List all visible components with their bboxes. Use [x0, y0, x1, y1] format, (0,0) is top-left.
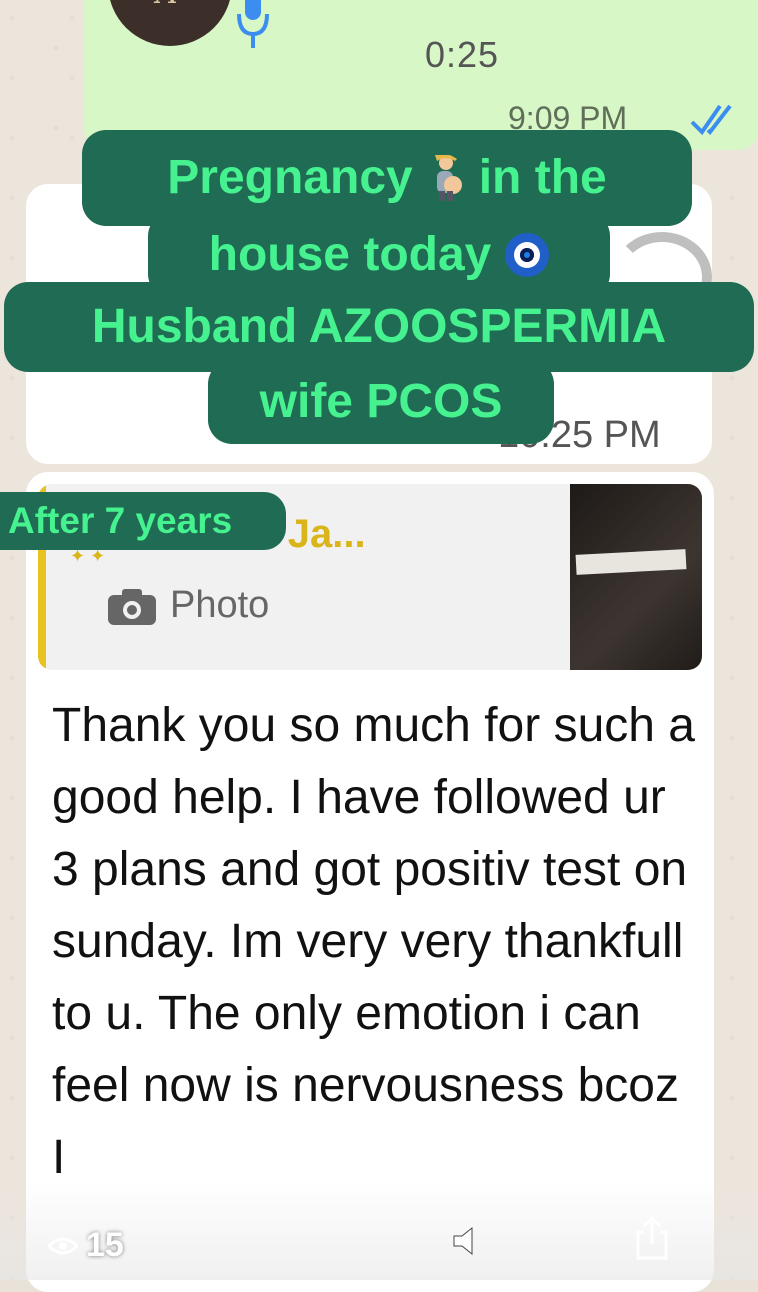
camera-icon	[108, 588, 156, 625]
nazar-amulet-emoji	[505, 233, 550, 277]
reply-media-label: Photo	[108, 584, 269, 627]
overlay-line-2-text: house today	[208, 228, 492, 281]
overlay-line-1-b: in the	[478, 151, 607, 204]
voice-duration: 0:25	[425, 34, 500, 75]
overlay-line-3: Husband AZOOSPERMIA	[4, 282, 754, 372]
view-count[interactable]: 15	[48, 1226, 124, 1265]
microphone-icon	[237, 0, 269, 48]
overlay-line-3-text: Husband AZOOSPERMIA	[91, 300, 667, 353]
pregnant-person-emoji	[434, 155, 462, 201]
after-years-badge: After 7 years	[0, 492, 286, 550]
message-text: Thank you so much for such a good help. …	[52, 699, 695, 1184]
test-strip-image	[575, 549, 687, 575]
reply-media-type: Photo	[170, 584, 270, 626]
overlay-line-4: wife PCOS	[208, 360, 554, 444]
reply-photo-thumbnail[interactable]	[570, 484, 702, 670]
double-check-icon	[690, 104, 732, 136]
share-icon[interactable]	[634, 1216, 670, 1260]
eye-icon	[48, 1237, 78, 1254]
mute-icon[interactable]	[452, 1226, 486, 1256]
overlay-line-4-text: wife PCOS	[259, 375, 503, 428]
view-count-number: 15	[86, 1226, 124, 1264]
overlay-line-1-a: Pregnancy	[167, 151, 413, 204]
